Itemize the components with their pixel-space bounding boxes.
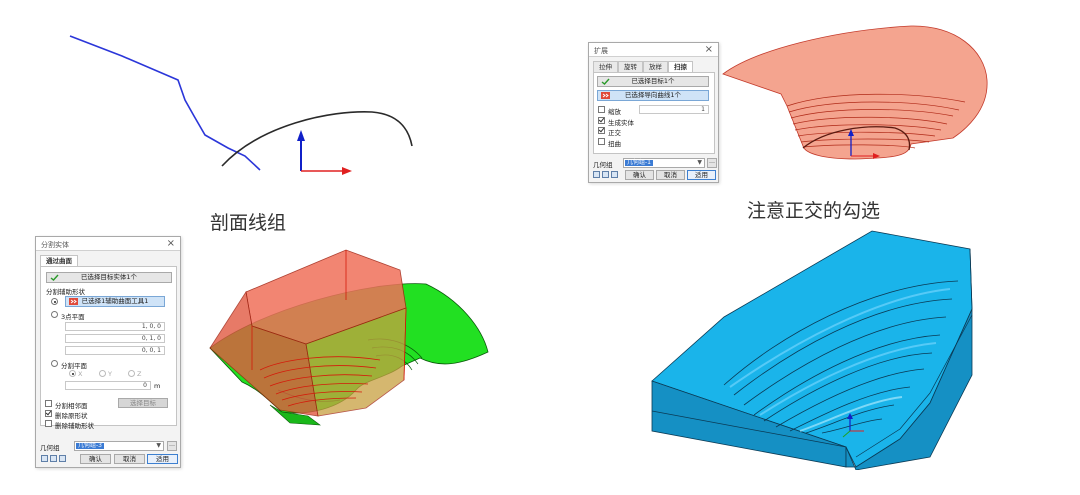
point3-input[interactable]: 0, 0, 1 (65, 346, 165, 355)
select-guide-label: 已选择导向曲线1个 (624, 91, 682, 99)
dialog-title: 分割实体 (41, 241, 69, 249)
aux-shape-legend: 分割辅助形状 (45, 286, 86, 296)
axis-x-label: X (78, 370, 83, 378)
twist-checkbox[interactable] (598, 138, 605, 145)
dialog-title: 扩展 (594, 47, 608, 55)
offset-input[interactable]: 0 (65, 381, 151, 390)
arrow-select-icon (601, 92, 610, 99)
geometry-group-select[interactable]: 几何组-1 ▼ (623, 158, 705, 168)
check-icon (50, 274, 59, 281)
ortho-checkbox[interactable] (598, 127, 605, 134)
axis-y-radio[interactable] (99, 370, 106, 377)
dialog-titlebar: 分割实体 × (36, 237, 180, 251)
select-target-solid-label: 已选择目标实体1个 (80, 273, 138, 281)
arrow-select-icon (69, 298, 78, 305)
caption-profile-lines: 剖面线组 (210, 212, 287, 234)
coordinate-axes (297, 130, 352, 175)
aux-surface-radio[interactable] (51, 298, 58, 305)
scale-label: 缩放 (608, 108, 621, 116)
solid-label: 生成实体 (608, 119, 634, 127)
axis-z-radio[interactable] (128, 370, 135, 377)
delete-aux-checkbox[interactable] (45, 420, 52, 427)
geometry-group-select[interactable]: 几何组-3 ▼ (74, 441, 164, 451)
tab-by-surface[interactable]: 通过曲面 (40, 255, 78, 266)
solid-checkbox[interactable] (598, 117, 605, 124)
close-icon[interactable]: × (167, 238, 175, 249)
copy-icon[interactable] (50, 455, 57, 462)
tab-extrude[interactable]: 拉伸 (593, 61, 618, 72)
point2-input[interactable]: 0, 1, 0 (65, 334, 165, 343)
geometry-group-value: 几何组-1 (625, 159, 653, 166)
split-dialog: 分割实体 × 通过曲面 已选择目标实体1个 分割辅助形状 已选择1辅助曲面工具1… (35, 236, 181, 468)
tab-loft[interactable]: 放样 (643, 61, 668, 72)
profile-arc (221, 111, 413, 167)
copy-icon[interactable] (602, 171, 609, 178)
select-aux-surface-button[interactable]: 已选择1辅助曲面工具1 (65, 296, 165, 307)
ok-button[interactable]: 确认 (80, 454, 111, 464)
split-solid-canvas (209, 249, 489, 426)
split-plane-label: 分割平面 (61, 362, 87, 370)
axis-z-label: Z (137, 370, 142, 378)
layer-icon[interactable] (611, 171, 618, 178)
sweep-dialog: 扩展 × 拉伸 旋转 放样 扫掠 已选择目标1个 已选择导向曲线1个 缩放 1 … (588, 42, 719, 183)
profile-lines-canvas (69, 35, 413, 175)
select-guide-button[interactable]: 已选择导向曲线1个 (597, 90, 709, 101)
caption-orthogonal-note: 注意正交的勾选 (747, 200, 881, 222)
tab-revolve[interactable]: 旋转 (618, 61, 643, 72)
chevron-down-icon: ▼ (697, 159, 702, 166)
chevron-down-icon: ▼ (156, 442, 161, 449)
select-aux-surface-label: 已选择1辅助曲面工具1 (81, 297, 149, 305)
layer-icon[interactable] (59, 455, 66, 462)
close-icon[interactable]: × (705, 44, 713, 55)
tab-sweep[interactable]: 扫掠 (668, 61, 693, 72)
geometry-group-label: 几何组 (593, 161, 613, 169)
check-icon (601, 78, 610, 85)
three-point-plane-radio[interactable] (51, 311, 58, 318)
dialog-titlebar: 扩展 × (589, 43, 718, 57)
geometry-group-value: 几何组-3 (76, 442, 104, 449)
apply-button[interactable]: 适用 (147, 454, 178, 464)
ortho-label: 正交 (608, 129, 621, 137)
offset-unit: m (154, 382, 161, 390)
delete-original-checkbox[interactable] (45, 410, 52, 417)
view-icon[interactable] (41, 455, 48, 462)
axis-y-label: Y (108, 370, 112, 378)
scale-input[interactable]: 1 (639, 105, 709, 114)
delete-original-label: 删除原形状 (55, 412, 88, 420)
cancel-button[interactable]: 取消 (656, 170, 685, 180)
select-target-label: 已选择目标1个 (631, 77, 675, 85)
delete-aux-label: 删除辅助形状 (55, 422, 94, 430)
select-target-solid-button[interactable]: 已选择目标实体1个 (46, 272, 172, 283)
axis-x-radio[interactable] (69, 370, 76, 377)
select-target-button[interactable]: 选择目标 (118, 398, 168, 408)
geometry-group-label: 几何组 (40, 444, 60, 452)
more-button[interactable]: … (167, 441, 177, 451)
select-target-button[interactable]: 已选择目标1个 (597, 76, 709, 87)
three-point-plane-label: 3点平面 (61, 313, 85, 321)
view-icon[interactable] (593, 171, 600, 178)
split-adjacent-label: 分割相邻面 (55, 402, 88, 410)
twist-label: 扭曲 (608, 140, 621, 148)
split-adjacent-checkbox[interactable] (45, 400, 52, 407)
guide-polyline (69, 35, 261, 171)
cancel-button[interactable]: 取消 (114, 454, 145, 464)
sweep-surface-canvas (722, 25, 988, 160)
final-solid-canvas (651, 230, 973, 470)
scale-checkbox[interactable] (598, 106, 605, 113)
apply-button[interactable]: 适用 (687, 170, 716, 180)
ok-button[interactable]: 确认 (625, 170, 654, 180)
split-plane-radio[interactable] (51, 360, 58, 367)
point1-input[interactable]: 1, 0, 0 (65, 322, 165, 331)
